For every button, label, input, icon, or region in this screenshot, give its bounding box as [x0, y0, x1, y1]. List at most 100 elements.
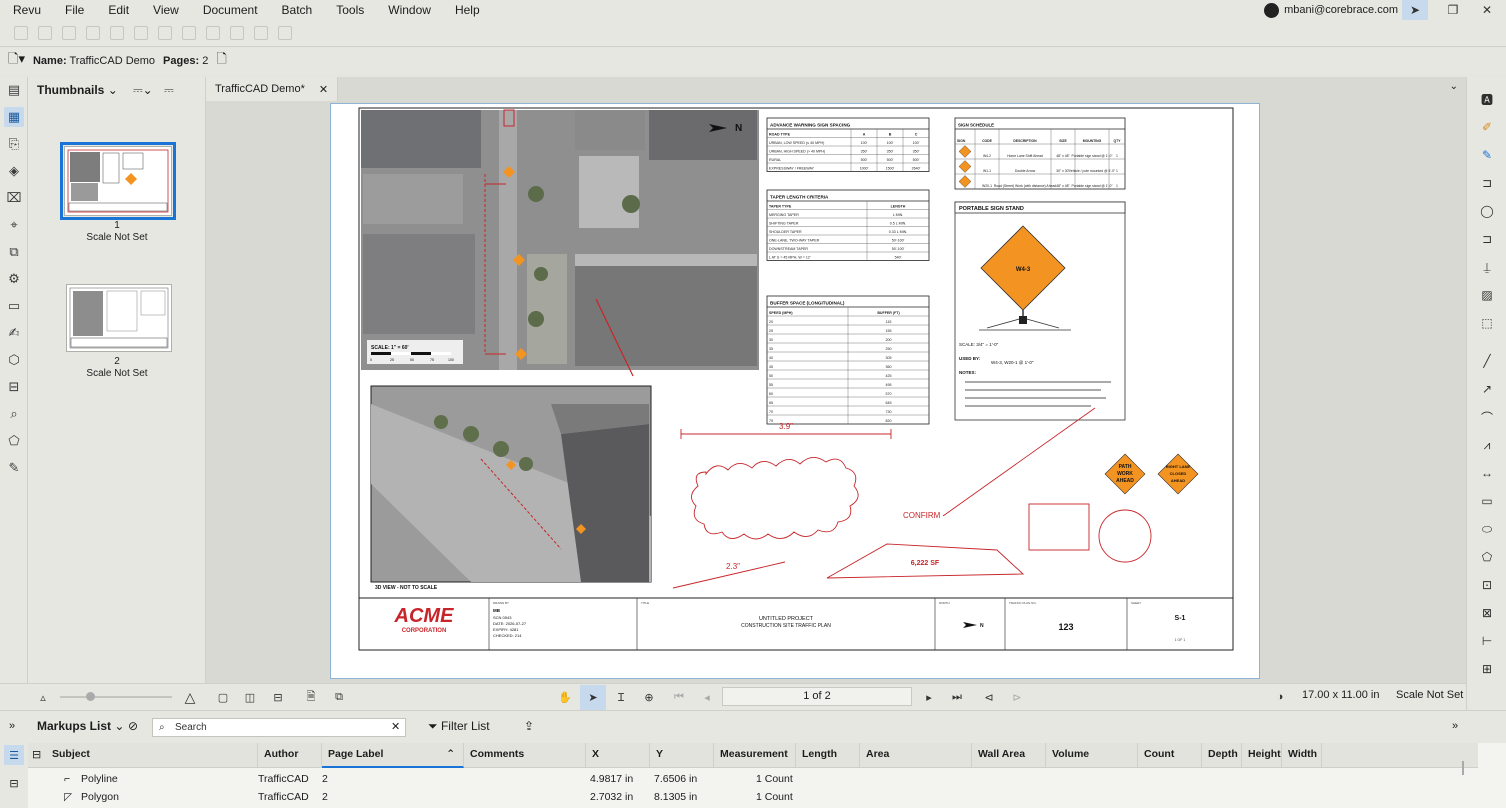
slider-handle[interactable] — [86, 692, 95, 701]
document-icon[interactable]: 🗋▾ — [8, 50, 25, 72]
thumbnail-size-slider[interactable] — [60, 692, 172, 701]
thumbnails-icon[interactable]: ▦ — [4, 107, 24, 127]
zoom-in-thumbnails-icon[interactable]: △ — [183, 689, 197, 705]
page-icon[interactable]: 🗋 — [216, 50, 226, 72]
close-tab-icon[interactable]: ✕ — [319, 83, 328, 96]
tags-icon[interactable]: ⬡ — [4, 350, 24, 370]
menu-batch[interactable]: Batch — [270, 0, 325, 20]
menu-help[interactable]: Help — [443, 0, 492, 20]
last-page-icon[interactable]: ⏭ — [950, 690, 964, 704]
arrow-icon[interactable]: ↗ — [1477, 379, 1497, 399]
spaces-icon[interactable]: ⬠ — [4, 431, 24, 451]
document-tab[interactable]: TrafficCAD Demo* ✕ — [206, 77, 339, 101]
column-height[interactable]: Height — [1242, 743, 1282, 768]
menu-view[interactable]: View — [141, 0, 191, 20]
perimeter-icon[interactable]: ⊠ — [1477, 603, 1497, 623]
contrast-icon[interactable]: ◑ — [1273, 690, 1287, 704]
signatures-icon[interactable]: ✍ — [4, 323, 24, 343]
cursor-icon[interactable]: ➤ — [1402, 0, 1428, 20]
bookmarks-icon[interactable]: ⎘ — [4, 134, 24, 154]
next-view-icon[interactable]: ⊳ — [1010, 690, 1024, 704]
column-x[interactable]: X — [586, 743, 650, 768]
collapse-panel-icon[interactable]: » — [9, 720, 15, 732]
polyline-icon[interactable]: ⩘ — [1477, 435, 1497, 455]
export-icon[interactable]: ⇪ — [524, 719, 534, 733]
area-measure-icon[interactable]: ⊡ — [1477, 575, 1497, 595]
page-thumbnail-1[interactable] — [60, 142, 176, 220]
forms-icon[interactable]: ✎ — [4, 458, 24, 478]
column-comments[interactable]: Comments — [464, 743, 586, 768]
column-page-label[interactable]: Page Label ⌃ — [322, 743, 464, 768]
menu-window[interactable]: Window — [376, 0, 443, 20]
group-icon[interactable] — [206, 26, 220, 40]
menu-revu[interactable]: Revu — [0, 0, 53, 20]
column-width[interactable]: Width — [1282, 743, 1322, 768]
flip-horizontal-icon[interactable] — [254, 26, 268, 40]
arc-icon[interactable]: ⌒ — [1477, 407, 1497, 427]
compare-icon[interactable]: ⧉ — [332, 690, 346, 704]
markups-search-input[interactable]: ⌕ Search — [152, 718, 406, 737]
file-access-icon[interactable]: ▤ — [4, 80, 24, 100]
column-length[interactable]: Length — [796, 743, 860, 768]
single-page-icon[interactable]: ▢ — [216, 690, 230, 704]
image-icon[interactable]: ▨ — [1477, 285, 1497, 305]
menu-file[interactable]: File — [53, 0, 96, 20]
column-y[interactable]: Y — [650, 743, 714, 768]
next-page-icon[interactable]: ▸ — [922, 690, 936, 704]
page-number-input[interactable]: 1 of 2 — [722, 687, 912, 706]
rotate-icon[interactable] — [182, 26, 196, 40]
table-row[interactable]: ⌐ Polyline TrafficCAD 2 4.9817 in 7.6506… — [28, 770, 1478, 788]
align-middle-icon[interactable] — [110, 26, 124, 40]
select-icon[interactable]: ➤ — [580, 685, 606, 710]
scale-status[interactable]: Scale Not Set — [1396, 689, 1463, 701]
dimension-icon[interactable]: ↔ — [1477, 463, 1497, 483]
previous-page-icon[interactable]: ◂ — [700, 690, 714, 704]
callout-icon[interactable]: ⊐ — [1477, 173, 1497, 193]
sets-icon[interactable]: ⧉ — [4, 242, 24, 262]
ungroup-icon[interactable] — [230, 26, 244, 40]
tab-list-chevron-icon[interactable]: ⌄ — [1450, 81, 1458, 92]
split-horizontal-icon[interactable]: ⊟ — [271, 690, 285, 704]
ellipse-icon[interactable]: ⬭ — [1477, 519, 1497, 539]
pan-icon[interactable]: ✋ — [558, 690, 572, 704]
column-area[interactable]: Area — [860, 743, 972, 768]
thumbnail-size-icon[interactable]: ⎓⌄ — [133, 83, 153, 97]
list-view-icon[interactable]: ☰ — [4, 745, 24, 765]
rectangle-icon[interactable]: ▭ — [1477, 491, 1497, 511]
summary-icon[interactable]: ⊟ — [4, 773, 24, 793]
thumbnail-options-icon[interactable]: ⎓ — [164, 83, 174, 97]
column-depth[interactable]: Depth — [1202, 743, 1242, 768]
clear-search-icon[interactable]: ✕ — [391, 720, 400, 733]
menu-tools[interactable]: Tools — [324, 0, 376, 20]
previous-view-icon[interactable]: ⊲ — [982, 690, 996, 704]
filter-list-button[interactable]: ⏷ Filter List — [428, 719, 490, 734]
highlighter-icon[interactable]: ✐ — [1477, 117, 1497, 137]
hide-markups-icon[interactable]: ⊘ — [128, 719, 138, 733]
search-icon[interactable]: ⌕ — [4, 404, 24, 424]
align-top-icon[interactable] — [86, 26, 100, 40]
move-icon[interactable] — [158, 26, 172, 40]
align-center-icon[interactable] — [38, 26, 52, 40]
zoom-out-thumbnails-icon[interactable]: ▵ — [36, 690, 50, 704]
first-page-icon[interactable]: ⏮ — [672, 690, 686, 704]
flip-vertical-icon[interactable] — [278, 26, 292, 40]
properties-icon[interactable]: ⚙ — [4, 269, 24, 289]
stamp-icon[interactable]: ⍊ — [1477, 257, 1497, 277]
markups-list-title[interactable]: Markups List ⌄ — [37, 719, 124, 733]
zoom-icon[interactable]: ⊕ — [642, 690, 656, 704]
align-right-icon[interactable] — [62, 26, 76, 40]
chevron-down-icon[interactable]: ⌄ — [108, 83, 118, 97]
column-wall-area[interactable]: Wall Area — [972, 743, 1046, 768]
places-icon[interactable]: ⌖ — [4, 215, 24, 235]
expand-panel-icon[interactable]: » — [1452, 720, 1458, 732]
menu-document[interactable]: Document — [191, 0, 270, 20]
split-vertical-icon[interactable]: ◫ — [243, 690, 257, 704]
column-author[interactable]: Author — [258, 743, 322, 768]
drawing-sheet[interactable]: N SCALE: 1" = 60' 0 25 50 75 100 3D VIEW… — [330, 103, 1260, 679]
user-account[interactable]: mbani@corebrace.com — [1264, 0, 1398, 20]
column-measurement[interactable]: Measurement — [714, 743, 796, 768]
align-bottom-icon[interactable] — [134, 26, 148, 40]
select-text-icon[interactable]: Ɪ — [614, 690, 628, 704]
snapshot-icon[interactable]: ⬚ — [1477, 313, 1497, 333]
sync-icon[interactable]: 🗎 — [304, 690, 318, 704]
